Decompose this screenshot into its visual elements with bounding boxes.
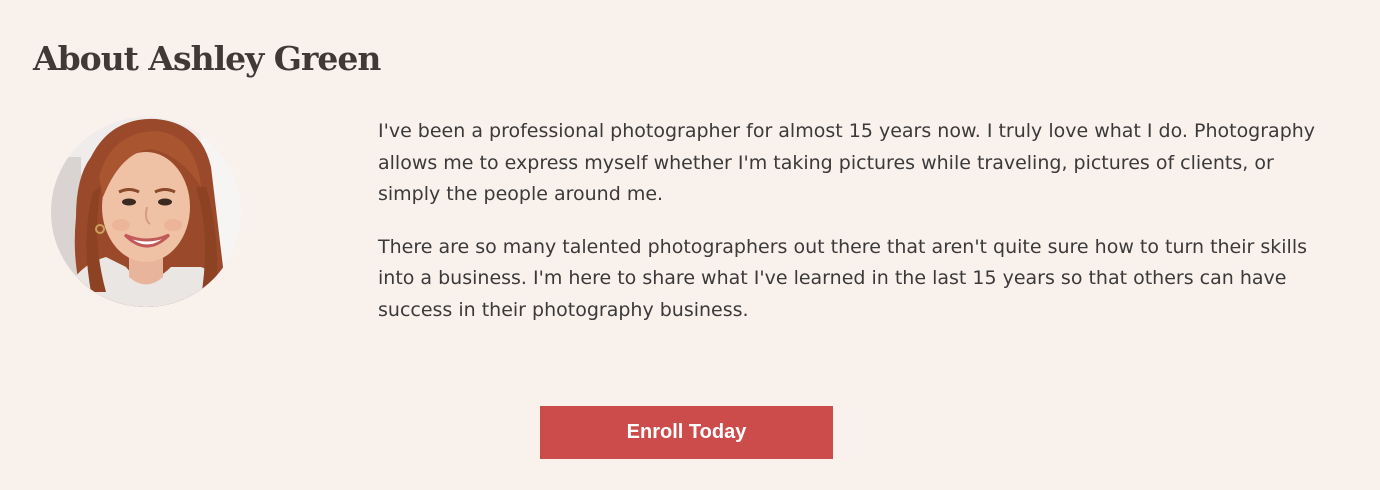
bio-paragraph-1: I've been a professional photographer fo… bbox=[378, 120, 1316, 205]
bio-text: I've been a professional photographer fo… bbox=[378, 116, 1328, 347]
enroll-button[interactable]: Enroll Today bbox=[540, 406, 833, 459]
avatar bbox=[51, 117, 241, 307]
bio-paragraph-2: There are so many talented photographers… bbox=[378, 235, 1308, 321]
portrait-image bbox=[51, 117, 241, 307]
about-title: About Ashley Green bbox=[33, 39, 381, 78]
